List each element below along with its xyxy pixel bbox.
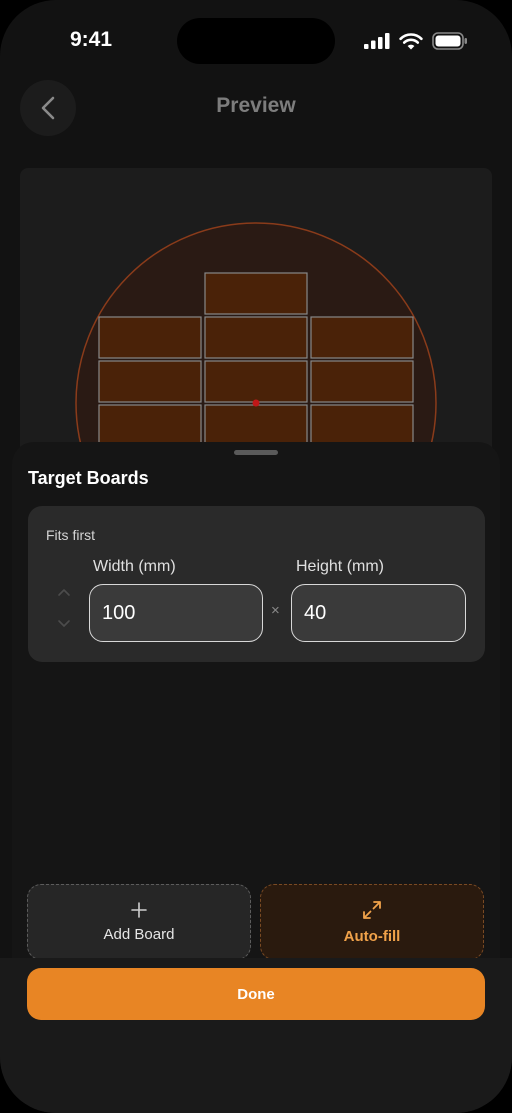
board-priority-label: Fits first [46, 527, 95, 543]
phone-screen: 9:41 Preview Target Boards Fits first Wi… [0, 0, 512, 1113]
board-placement-4 [310, 316, 414, 359]
board-placement-10 [310, 404, 414, 447]
board-item: Fits first Width (mm) 100 × Height (mm) … [28, 506, 485, 662]
expand-arrows-icon [363, 900, 381, 919]
board-placement-2 [98, 316, 202, 359]
board-placement-1 [204, 272, 308, 315]
auto-fill-label: Auto-fill [343, 927, 401, 945]
layout-preview-canvas [75, 222, 437, 488]
dynamic-island [177, 18, 335, 64]
add-board-button[interactable]: Add Board [27, 884, 251, 960]
layout-preview [20, 168, 492, 488]
status-bar: 9:41 [0, 0, 512, 80]
board-placement-5 [98, 360, 202, 403]
board-placement-3 [204, 316, 308, 359]
board-placement-7 [310, 360, 414, 403]
page-title: Preview [216, 94, 296, 117]
board-placement-6 [204, 360, 308, 403]
dimension-separator: × [271, 602, 280, 619]
auto-fill-button[interactable]: Auto-fill [260, 884, 484, 960]
board-placement-8 [98, 404, 202, 447]
width-label: Width (mm) [93, 558, 176, 575]
wifi-icon [399, 32, 423, 49]
height-label: Height (mm) [296, 558, 385, 575]
add-board-label: Add Board [103, 925, 175, 943]
nav-bar: Preview [0, 80, 512, 136]
width-input[interactable]: 100 [89, 584, 263, 642]
reorder-arrows-icon[interactable] [56, 586, 72, 630]
board-placement-9 [204, 404, 308, 447]
height-input[interactable]: 40 [291, 584, 466, 642]
center-point-marker [252, 399, 260, 407]
sheet-drag-handle[interactable] [234, 450, 278, 455]
status-icons [364, 32, 468, 50]
battery-icon [432, 32, 467, 50]
plus-icon [131, 901, 147, 918]
status-time: 9:41 [70, 28, 113, 51]
sheet-title: Target Boards [28, 468, 149, 488]
done-button[interactable]: Done [27, 968, 485, 1020]
cellular-signal-icon [364, 33, 390, 49]
